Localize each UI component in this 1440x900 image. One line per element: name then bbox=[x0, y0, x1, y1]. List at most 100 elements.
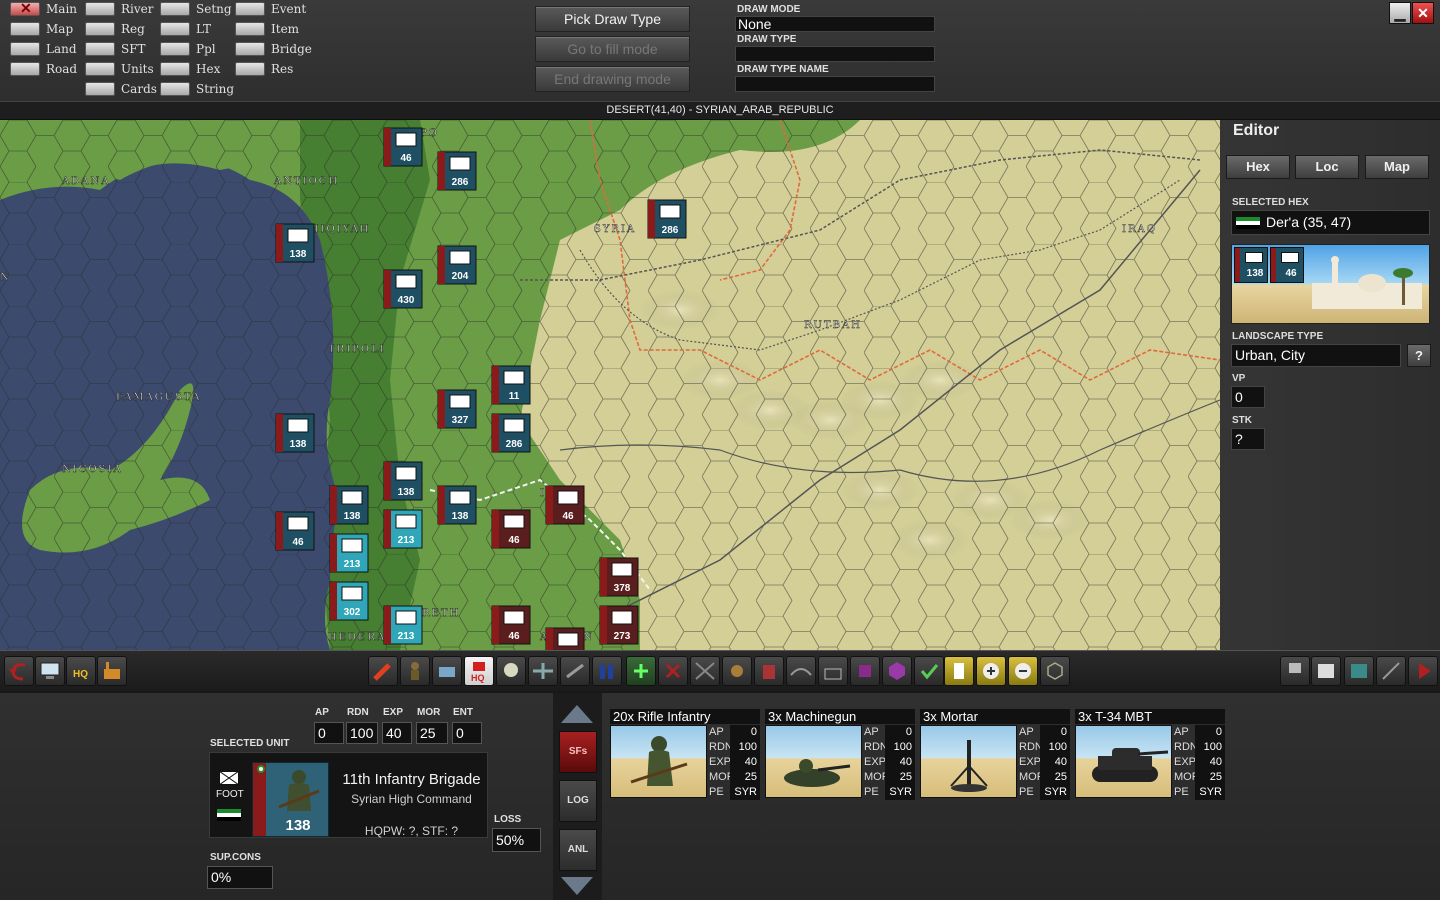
filter-toggle-cards[interactable]: Cards bbox=[85, 80, 157, 98]
filter-toggle-event[interactable]: Event bbox=[235, 0, 306, 18]
stk-field[interactable]: ? bbox=[1231, 428, 1265, 450]
remove-unit-icon[interactable] bbox=[658, 656, 688, 686]
squad-card[interactable]: 3x Mortar AP 0 RDN 100 EXP 40 MOR 25 PE SYR bbox=[920, 709, 1075, 800]
filter-toggle-road[interactable]: Road bbox=[10, 60, 77, 78]
flag-marker-icon[interactable] bbox=[944, 656, 974, 686]
checkbox-icon[interactable] bbox=[160, 22, 190, 36]
scroll-down-icon[interactable] bbox=[559, 873, 595, 897]
unit-counter[interactable]: 46 bbox=[545, 485, 585, 525]
hexagon-icon[interactable] bbox=[882, 656, 912, 686]
checkbox-icon[interactable] bbox=[10, 62, 40, 76]
checkbox-icon[interactable] bbox=[85, 22, 115, 36]
unit-counter[interactable]: 46 bbox=[545, 627, 585, 650]
bridge-icon[interactable] bbox=[786, 656, 816, 686]
squad-card[interactable]: 3x T-34 MBT AP 0 RDN 100 EXP 40 MOR 25 PE SYR bbox=[1075, 709, 1230, 800]
checkbox-icon[interactable] bbox=[160, 82, 190, 96]
checkbox-icon[interactable] bbox=[85, 42, 115, 56]
filter-toggle-main[interactable]: Main bbox=[10, 0, 77, 18]
vp-field[interactable]: 0 bbox=[1231, 386, 1265, 408]
tab-loc[interactable]: Loc bbox=[1295, 155, 1359, 179]
checkmark-icon[interactable] bbox=[914, 656, 944, 686]
map-icon[interactable] bbox=[1344, 656, 1374, 686]
filter-toggle-hex[interactable]: Hex bbox=[160, 60, 220, 78]
skull-icon[interactable] bbox=[496, 656, 526, 686]
checkbox-icon[interactable] bbox=[10, 0, 40, 17]
anl-button[interactable]: ANL bbox=[559, 829, 597, 871]
unit-counter[interactable]: 213 bbox=[329, 533, 369, 573]
checkbox-icon[interactable] bbox=[235, 22, 265, 36]
unit-counter[interactable]: 138 bbox=[275, 413, 315, 453]
fuel-icon[interactable] bbox=[754, 656, 784, 686]
unit-counter[interactable]: 213 bbox=[383, 605, 423, 645]
flag-icon[interactable] bbox=[1280, 656, 1310, 686]
factory-icon[interactable] bbox=[97, 656, 127, 686]
hex-grid-icon[interactable] bbox=[1040, 656, 1070, 686]
unit-counter[interactable]: 138 bbox=[437, 485, 477, 525]
unit-counter[interactable]: 213 bbox=[383, 509, 423, 549]
landscape-help-button[interactable]: ? bbox=[1407, 344, 1431, 367]
minimize-button[interactable]: ▁ bbox=[1389, 2, 1411, 24]
tab-map[interactable]: Map bbox=[1365, 155, 1429, 179]
rifles-icon[interactable] bbox=[690, 656, 720, 686]
zoom-out-icon[interactable] bbox=[1008, 656, 1038, 686]
filter-toggle-units[interactable]: Units bbox=[85, 60, 154, 78]
unit-counter[interactable]: 286 bbox=[647, 199, 687, 239]
squad-card[interactable]: 20x Rifle Infantry AP 0 RDN 100 EXP 40 MOR 25 PE S… bbox=[610, 709, 765, 800]
checkbox-icon[interactable] bbox=[10, 22, 40, 36]
next-arrow-icon[interactable] bbox=[1408, 656, 1438, 686]
close-button[interactable]: ✕ bbox=[1412, 2, 1434, 24]
pick-draw-type-button[interactable]: Pick Draw Type bbox=[535, 6, 690, 32]
region-icon[interactable] bbox=[850, 656, 880, 686]
unit-counter[interactable]: 46 bbox=[383, 127, 423, 167]
artillery-icon[interactable] bbox=[560, 656, 590, 686]
checkbox-icon[interactable] bbox=[235, 42, 265, 56]
unit-counter[interactable]: 327 bbox=[437, 389, 477, 429]
selected-unit-card[interactable]: FOOT 138 11th Infantry Brigade Syrian Hi… bbox=[209, 752, 488, 838]
filter-toggle-reg[interactable]: Reg bbox=[85, 20, 145, 38]
computer-icon[interactable] bbox=[35, 656, 65, 686]
checkbox-icon[interactable] bbox=[85, 62, 115, 76]
weapons-icon[interactable] bbox=[1376, 656, 1406, 686]
unit-counter[interactable]: 46 bbox=[491, 509, 531, 549]
sfs-button[interactable]: SFs bbox=[559, 731, 597, 773]
fill-mode-button[interactable]: Go to fill mode bbox=[535, 36, 690, 62]
filter-toggle-land[interactable]: Land bbox=[10, 40, 77, 58]
unit-counter[interactable]: 302 bbox=[329, 581, 369, 621]
checkbox-icon[interactable] bbox=[10, 42, 40, 56]
unit-counter[interactable]: 204 bbox=[437, 245, 477, 285]
filter-toggle-setng[interactable]: Setng bbox=[160, 0, 232, 18]
scroll-up-icon[interactable] bbox=[559, 703, 595, 727]
hq-flag-icon[interactable]: HQ bbox=[464, 656, 494, 686]
checkbox-icon[interactable] bbox=[160, 62, 190, 76]
filter-toggle-bridge[interactable]: Bridge bbox=[235, 40, 312, 58]
filter-toggle-map[interactable]: Map bbox=[10, 20, 73, 38]
unit-counter[interactable]: 286 bbox=[437, 151, 477, 191]
filter-toggle-ppl[interactable]: Ppl bbox=[160, 40, 216, 58]
tab-hex[interactable]: Hex bbox=[1226, 155, 1290, 179]
filter-toggle-item[interactable]: Item bbox=[235, 20, 299, 38]
unit-counter[interactable]: 138 bbox=[329, 485, 369, 525]
map-canvas[interactable]: ADANA ANTIOCHLADHIQIYAHTRIPOLIFAMAGUSTANI… bbox=[0, 120, 1220, 650]
fortification-icon[interactable] bbox=[818, 656, 848, 686]
checkbox-icon[interactable] bbox=[85, 2, 115, 16]
log-button[interactable]: LOG bbox=[559, 780, 597, 822]
unit-counter[interactable]: 46 bbox=[491, 605, 531, 645]
aircraft-icon[interactable] bbox=[528, 656, 558, 686]
unit-counter[interactable]: 273 bbox=[599, 605, 639, 645]
unit-counter[interactable]: 286 bbox=[491, 413, 531, 453]
hex-map[interactable]: ADANA ANTIOCH LADHIQIYAH TRIPOLI FAMAGUSTA NI… bbox=[0, 120, 1220, 650]
unit-counter[interactable]: 430 bbox=[383, 269, 423, 309]
filter-toggle-sft[interactable]: SFT bbox=[85, 40, 146, 58]
undo-icon[interactable] bbox=[4, 656, 34, 686]
engineer-icon[interactable] bbox=[722, 656, 752, 686]
filter-toggle-lt[interactable]: LT bbox=[160, 20, 211, 38]
checkbox-icon[interactable] bbox=[160, 2, 190, 16]
supply-icon[interactable] bbox=[432, 656, 462, 686]
unit-counter[interactable]: 138 bbox=[275, 223, 315, 263]
book-icon[interactable] bbox=[1311, 656, 1341, 686]
squad-card[interactable]: 3x Machinegun AP 0 RDN 100 EXP 40 MOR 25 PE SYR bbox=[765, 709, 920, 800]
checkbox-icon[interactable] bbox=[235, 2, 265, 16]
unit-counter[interactable]: 11 bbox=[491, 365, 531, 405]
zoom-in-icon[interactable] bbox=[976, 656, 1006, 686]
checkbox-icon[interactable] bbox=[160, 42, 190, 56]
